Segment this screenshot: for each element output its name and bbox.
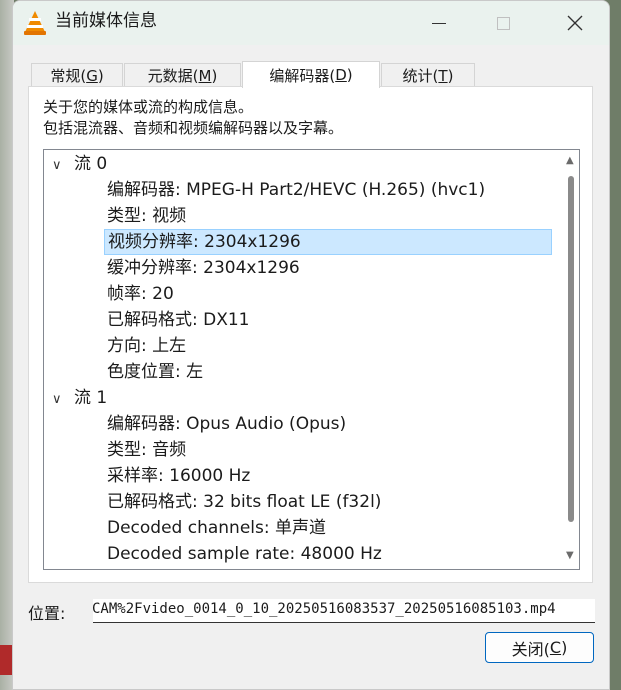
location-value: CAM%2Fvideo_0014_0_10_20250516083537_202… [93, 601, 556, 617]
title-bar: 当前媒体信息 [13, 1, 609, 45]
scrollbar-thumb[interactable] [568, 176, 574, 522]
tree-item[interactable]: 缓冲分辨率: 2304x1296 [104, 255, 303, 281]
tree-item[interactable]: 编解码器: Opus Audio (Opus) [104, 411, 349, 437]
tree-item[interactable]: 方向: 上左 [104, 333, 189, 359]
codec-description: 关于您的媒体或流的构成信息。 包括混流器、音频和视频编解码器以及字幕。 [43, 98, 344, 137]
tree-item[interactable]: 已解码格式: 32 bits float LE (f32l) [104, 489, 384, 515]
close-button[interactable]: 关闭(C) [485, 632, 594, 663]
tab-statistics[interactable]: 统计(T) [381, 63, 475, 87]
media-info-dialog: 当前媒体信息 常规(G) 元数据(M) 编解码器(D) 统计(T) 关于… [12, 0, 610, 690]
chevron-down-icon[interactable]: ∨ [52, 153, 74, 179]
scroll-down-arrow-icon[interactable]: ▼ [566, 550, 574, 561]
minimize-button[interactable] [411, 1, 467, 45]
location-field[interactable]: CAM%2Fvideo_0014_0_10_20250516083537_202… [93, 599, 595, 623]
maximize-icon [496, 16, 510, 30]
vlc-cone-icon [24, 11, 46, 35]
tree-item[interactable]: 采样率: 16000 Hz [104, 463, 253, 489]
window-title: 当前媒体信息 [55, 11, 157, 31]
tree-item[interactable]: 编解码器: MPEG-H Part2/HEVC (H.265) (hvc1) [104, 177, 488, 203]
tree-item[interactable]: 色度位置: 左 [104, 359, 206, 385]
codec-panel: 关于您的媒体或流的构成信息。 包括混流器、音频和视频编解码器以及字幕。 ∨ 流 0… [28, 86, 593, 583]
chevron-down-icon[interactable]: ∨ [52, 387, 74, 413]
vertical-scrollbar[interactable]: ▲ ▼ [562, 150, 579, 569]
tree-item[interactable]: 类型: 音频 [104, 437, 189, 463]
tree-item[interactable]: 类型: 视频 [104, 203, 189, 229]
tree-item[interactable]: Decoded sample rate: 48000 Hz [104, 541, 385, 567]
tree-item[interactable]: Decoded channels: 单声道 [104, 515, 329, 541]
close-window-button[interactable] [547, 1, 603, 45]
tree-node-stream-1[interactable]: ∨ 流 1 [52, 385, 107, 411]
location-label: 位置: [28, 604, 66, 623]
tree-item[interactable]: 帧率: 20 [104, 281, 177, 307]
tree-item-selected[interactable]: 视频分辨率: 2304x1296 [104, 229, 552, 255]
tab-general[interactable]: 常规(G) [31, 63, 123, 87]
tree-node-stream-0[interactable]: ∨ 流 0 [52, 151, 107, 177]
tree-item[interactable]: 已解码格式: DX11 [104, 307, 253, 333]
close-icon [567, 15, 583, 31]
tab-metadata[interactable]: 元数据(M) [124, 63, 241, 87]
scroll-up-arrow-icon[interactable]: ▲ [566, 155, 574, 166]
maximize-button[interactable] [475, 1, 531, 45]
tab-codec[interactable]: 编解码器(D) [242, 61, 380, 88]
codec-tree[interactable]: ∨ 流 0 编解码器: MPEG-H Part2/HEVC (H.265) (hv… [43, 149, 580, 570]
minimize-icon [432, 22, 446, 24]
